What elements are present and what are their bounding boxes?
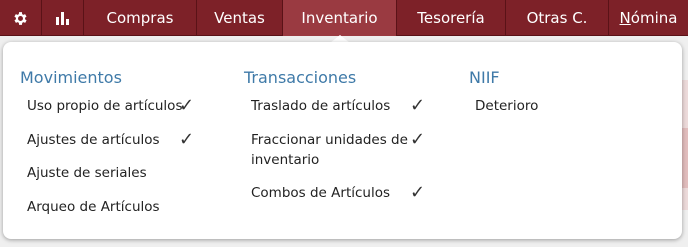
transacciones-column: Transacciones bbox=[244, 68, 356, 88]
check-icon: ✓ bbox=[410, 129, 426, 150]
menu-item-ajustes[interactable]: Ajustes de artículos bbox=[27, 131, 160, 150]
check-icon: ✓ bbox=[410, 182, 426, 203]
menu-item-deterioro[interactable]: Deterioro bbox=[475, 97, 538, 116]
top-navbar: Compras Ventas Inventario Tesorería Otra… bbox=[0, 0, 688, 36]
nomina-label-rest: ómina bbox=[630, 9, 678, 27]
fraccionar-label-line2: inventario bbox=[251, 152, 320, 168]
niif-title: NIIF bbox=[469, 68, 500, 87]
menu-item-ajuste-seriales[interactable]: Ajuste de seriales bbox=[27, 164, 147, 183]
settings-button[interactable] bbox=[0, 0, 42, 36]
nav-ventas[interactable]: Ventas bbox=[197, 0, 283, 36]
nav-compras[interactable]: Compras bbox=[84, 0, 197, 36]
nomina-accesskey: N bbox=[619, 9, 631, 27]
inventario-dropdown: Movimientos Uso propio de artículos ✓ Aj… bbox=[3, 42, 682, 239]
gear-icon bbox=[14, 11, 27, 25]
menu-item-traslado[interactable]: Traslado de artículos bbox=[251, 97, 390, 116]
transacciones-title: Transacciones bbox=[244, 68, 357, 87]
menu-item-arqueo[interactable]: Arqueo de Artículos bbox=[27, 198, 160, 217]
fraccionar-label-line1: Fraccionar unidades de bbox=[251, 132, 408, 148]
reports-button[interactable] bbox=[42, 0, 84, 36]
check-icon: ✓ bbox=[179, 95, 195, 116]
movimientos-column: Movimientos bbox=[20, 68, 122, 88]
menu-item-combos[interactable]: Combos de Artículos bbox=[251, 184, 390, 203]
nav-nomina[interactable]: Nómina bbox=[609, 0, 688, 36]
nav-inventario[interactable]: Inventario bbox=[283, 0, 397, 36]
movimientos-title: Movimientos bbox=[20, 68, 122, 87]
check-icon: ✓ bbox=[179, 129, 195, 150]
nav-otras-c[interactable]: Otras C. bbox=[506, 0, 609, 36]
menu-item-fraccionar[interactable]: Fraccionar unidades de inventario bbox=[251, 131, 408, 170]
niif-column: NIIF bbox=[469, 68, 500, 88]
nav-tesoreria[interactable]: Tesorería bbox=[397, 0, 506, 36]
bar-chart-icon bbox=[55, 11, 69, 25]
menu-item-uso-propio[interactable]: Uso propio de artículos bbox=[27, 97, 182, 116]
check-icon: ✓ bbox=[410, 95, 426, 116]
